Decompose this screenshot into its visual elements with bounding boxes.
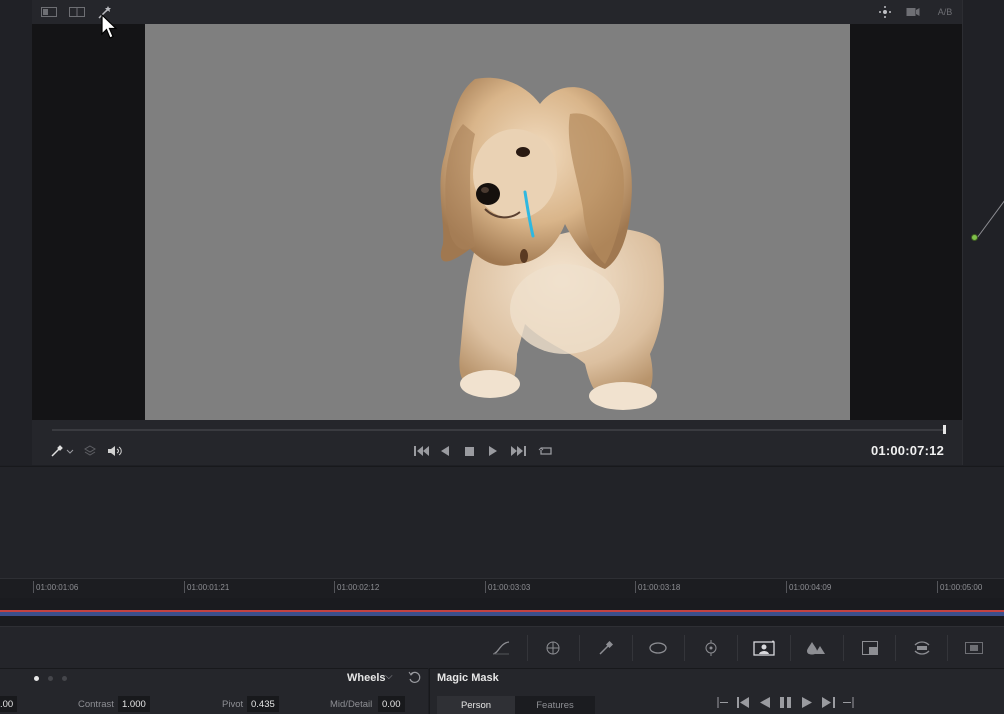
viewer-image[interactable]: [145, 24, 850, 420]
single-viewer-icon[interactable]: [40, 4, 58, 20]
palette-divider: [790, 635, 791, 661]
color-picker-icon[interactable]: [50, 444, 76, 458]
param-label: Pivot: [222, 699, 244, 710]
key-icon[interactable]: [860, 639, 880, 657]
timeline-tick: 01:00:04:09: [785, 581, 832, 593]
timeline-tick: 01:00:03:03: [484, 581, 531, 593]
palette-divider: [684, 635, 685, 661]
page-indicator-dot[interactable]: [62, 676, 67, 681]
timeline-ruler[interactable]: 01:00:01:06 01:00:01:21 01:00:02:12 01:0…: [0, 578, 1004, 598]
blur-icon[interactable]: [806, 639, 826, 657]
reset-icon[interactable]: [408, 671, 421, 687]
gallery-strip: [0, 0, 32, 465]
dog-image: [440, 77, 664, 410]
track-pause-icon[interactable]: [780, 697, 792, 711]
timeline-clip[interactable]: [0, 610, 1004, 616]
camera-icon[interactable]: [905, 4, 921, 20]
track-mark-end-icon[interactable]: [843, 697, 855, 711]
palette-divider: [895, 635, 896, 661]
timeline-tick: 01:00:01:06: [32, 581, 79, 593]
curves-icon[interactable]: [491, 639, 511, 657]
highlight-icon[interactable]: [877, 4, 893, 20]
audio-icon[interactable]: [106, 444, 124, 458]
palette-divider: [947, 635, 948, 661]
palette-divider: [632, 635, 633, 661]
ab-compare-icon[interactable]: A/B: [934, 4, 956, 20]
qualifier-icon[interactable]: [596, 639, 616, 657]
track-reverse-icon[interactable]: [760, 697, 770, 711]
color-warper-icon[interactable]: [543, 639, 563, 657]
palette-divider: [737, 635, 738, 661]
page-indicator-dot[interactable]: [48, 676, 53, 681]
magic-mask-title: Magic Mask: [437, 672, 499, 684]
magic-mask-mode-toggle: Person Features: [437, 696, 595, 714]
features-mode-button[interactable]: Features: [515, 696, 595, 714]
primaries-mode-dropdown[interactable]: Wheels: [347, 672, 386, 684]
palette-toolbar: [0, 626, 1004, 668]
tracker-icon[interactable]: [701, 639, 721, 657]
loop-icon[interactable]: [536, 444, 556, 458]
param-label: Mid/Detail: [330, 699, 373, 710]
stop-icon[interactable]: [462, 444, 476, 458]
node-output-dot[interactable]: [971, 234, 978, 241]
palette-divider: [843, 635, 844, 661]
viewer-transport: 01:00:07:12: [32, 438, 962, 465]
palette-divider: [579, 635, 580, 661]
clip-thumbnail-area: [0, 466, 1004, 578]
scrubber-playhead[interactable]: [943, 425, 946, 434]
track-start-icon[interactable]: [717, 697, 729, 711]
node-connection-line: [976, 200, 1004, 239]
contrast-value-field[interactable]: 1.000: [118, 696, 150, 712]
window-icon[interactable]: [648, 639, 668, 657]
param-value-field[interactable]: .00: [0, 696, 18, 712]
split-viewer-icon[interactable]: [68, 4, 86, 20]
node-editor-strip: [962, 0, 1004, 465]
magic-mask-icon[interactable]: [753, 639, 775, 657]
timeline-tick: 01:00:01:21: [183, 581, 230, 593]
palette-divider: [527, 635, 528, 661]
timeline-tick: 01:00:05:00: [936, 581, 983, 593]
track-backward-icon[interactable]: [737, 697, 751, 711]
resolve-color-page: A/B 01:00:07:12 01:00:01:06 01:00:01:21 …: [0, 0, 1004, 714]
go-to-start-icon[interactable]: [412, 444, 432, 458]
play-icon[interactable]: [486, 444, 500, 458]
pivot-value-field[interactable]: 0.435: [247, 696, 279, 712]
track-forward-icon[interactable]: [802, 697, 812, 711]
viewer-timecode: 01:00:07:12: [870, 443, 944, 458]
page-indicator-dot[interactable]: [34, 676, 39, 681]
3d-icon[interactable]: [964, 639, 984, 657]
viewer-scrubber[interactable]: [52, 429, 944, 431]
layers-icon[interactable]: [82, 444, 98, 458]
param-label: Contrast: [78, 699, 114, 710]
go-to-end-icon[interactable]: [508, 444, 528, 458]
timeline-tick: 01:00:02:12: [333, 581, 380, 593]
chevron-down-icon[interactable]: ⌵: [385, 671, 393, 682]
sizing-icon[interactable]: [912, 639, 932, 657]
person-mode-button[interactable]: Person: [437, 696, 515, 714]
timeline-tick: 01:00:03:18: [634, 581, 681, 593]
track-end-icon[interactable]: [822, 697, 836, 711]
mouse-cursor-icon: [101, 14, 118, 39]
mid-detail-value-field[interactable]: 0.00: [378, 696, 405, 712]
reverse-play-icon[interactable]: [438, 444, 452, 458]
viewer-toolbar: A/B: [32, 0, 962, 24]
